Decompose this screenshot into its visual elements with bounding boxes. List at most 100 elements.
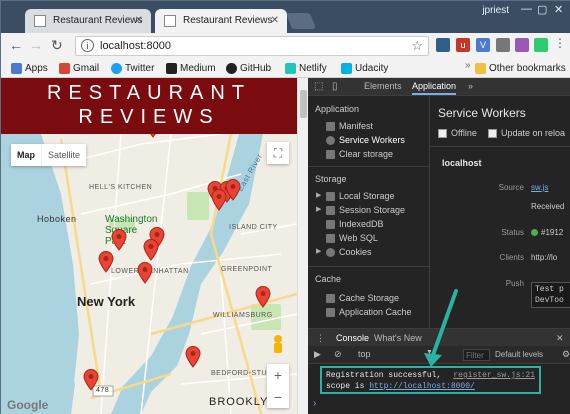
bookmark-udacity[interactable]: Udacity [341, 61, 388, 76]
tab-console[interactable]: Console [336, 333, 369, 343]
back-icon[interactable]: ← [9, 37, 23, 53]
address-bar[interactable]: i localhost:8000 ☆ [75, 36, 429, 56]
sidebar-item-label: IndexedDB [339, 219, 384, 229]
bookmark-apps[interactable]: Apps [11, 61, 48, 76]
kebab-menu-icon[interactable]: ⋮ [316, 333, 325, 344]
grid-icon [326, 308, 335, 317]
site-info-icon[interactable]: i [81, 39, 94, 52]
sidebar-item-web-sql[interactable]: Web SQL [326, 233, 378, 243]
sidebar-item-session-storage[interactable]: ▶ Session Storage [316, 205, 405, 215]
expand-arrow-icon[interactable]: ▶ [316, 191, 321, 199]
sidebar-item-cookies[interactable]: ▶ Cookies [316, 247, 372, 257]
extension-icon[interactable] [534, 38, 548, 52]
sidebar-item-indexeddb[interactable]: IndexedDB [326, 219, 384, 229]
restaurant-marker-icon[interactable] [83, 369, 99, 391]
map-type-toggle[interactable]: Map Satellite [11, 144, 87, 166]
bookmark-netlify[interactable]: Netlify [285, 61, 327, 76]
sidebar-item-label: Manifest [339, 121, 374, 131]
tab-application[interactable]: Application [412, 81, 457, 95]
chevron-more-icon[interactable]: » [465, 60, 471, 71]
settings-gear-icon[interactable]: ⚙ [562, 349, 570, 360]
menu-kebab-icon[interactable]: ⋮ [554, 36, 566, 50]
context-selector[interactable]: top [358, 349, 371, 359]
forward-icon[interactable]: → [29, 37, 43, 53]
extension-icon[interactable] [436, 38, 450, 52]
bookmark-twitter[interactable]: Twitter [111, 61, 154, 76]
ublock-icon[interactable]: u [456, 38, 470, 52]
tab-elements[interactable]: Elements [364, 81, 402, 91]
restaurant-marker-icon[interactable] [185, 346, 201, 368]
push-textarea[interactable]: Test p DevToo [531, 282, 570, 308]
tab-whats-new[interactable]: What's New [374, 333, 422, 343]
bookmark-other[interactable]: Other bookmarks [475, 61, 566, 76]
source-link[interactable]: sw.js [531, 183, 548, 192]
bookmark-medium[interactable]: Medium [166, 61, 216, 76]
close-drawer-icon[interactable]: ✕ [556, 333, 564, 344]
tab-strip: Restaurant Reviews ✕ Restaurant Reviews … [1, 1, 570, 33]
log-levels-dropdown[interactable]: Default levels [495, 350, 543, 359]
map-type-satellite[interactable]: Satellite [41, 144, 86, 166]
scrollbar-thumb[interactable] [300, 90, 307, 118]
console-scope-link[interactable]: http://localhost:8000/ [369, 382, 475, 391]
database-icon [326, 150, 335, 159]
sidebar-item-service-workers[interactable]: Service Workers [326, 135, 405, 145]
close-tab-icon[interactable]: ✕ [135, 9, 143, 33]
reload-icon[interactable]: ↻ [51, 37, 63, 54]
restaurant-marker-icon[interactable] [111, 229, 127, 251]
browser-tab[interactable]: Restaurant Reviews ✕ [25, 9, 151, 33]
bookmark-star-icon[interactable]: ☆ [411, 38, 423, 54]
restaurant-marker-icon[interactable] [143, 239, 159, 261]
inspect-icon[interactable]: ⬚ [314, 81, 323, 92]
bookmark-label: Other bookmarks [489, 63, 566, 74]
new-tab-button[interactable] [286, 13, 316, 29]
offline-checkbox[interactable]: Offline [438, 128, 477, 138]
map-type-map[interactable]: Map [11, 144, 41, 166]
restaurant-map[interactable]: HELL'S KITCHEN Washington Square Park Ho… [1, 134, 297, 414]
update-on-reload-checkbox[interactable]: Update on reloa [488, 128, 565, 138]
console-prompt-icon[interactable]: › [313, 398, 316, 409]
bookmark-label: Apps [25, 63, 48, 74]
extension-icon[interactable] [515, 38, 529, 52]
more-tabs-icon[interactable]: » [468, 81, 473, 91]
device-toolbar-icon[interactable]: ▯ [332, 81, 338, 92]
console-filter-input[interactable] [463, 349, 490, 361]
zoom-in-button[interactable]: + [267, 364, 289, 386]
sidebar-item-label: Web SQL [339, 233, 378, 243]
console-source-link[interactable]: register_sw.js:21 [453, 370, 535, 381]
restaurant-marker-icon[interactable] [255, 286, 271, 308]
close-window-icon[interactable]: ✕ [554, 3, 563, 16]
sidebar-header-application: Application [315, 104, 360, 114]
restaurant-marker-icon[interactable] [225, 179, 241, 201]
sidebar-item-manifest[interactable]: Manifest [326, 121, 373, 131]
sidebar-item-local-storage[interactable]: ▶ Local Storage [316, 191, 395, 201]
checkbox-box[interactable] [438, 129, 447, 138]
bookmark-gmail[interactable]: Gmail [59, 61, 99, 76]
restaurant-marker-icon[interactable] [137, 262, 153, 284]
status-value: #1912 [531, 228, 563, 237]
user-profile[interactable]: jpriest [482, 5, 509, 16]
close-tab-icon[interactable]: ✕ [271, 9, 279, 33]
vue-devtools-icon[interactable]: V [476, 38, 490, 52]
extension-icon[interactable] [496, 38, 510, 52]
restaurant-marker-icon[interactable] [211, 189, 227, 211]
zoom-out-button[interactable]: − [267, 386, 289, 408]
maximize-icon[interactable]: ▢ [537, 3, 547, 16]
clear-console-icon[interactable]: ⊘ [334, 349, 342, 360]
clients-value: http://lo [531, 253, 558, 262]
minimize-icon[interactable]: — [521, 3, 532, 15]
dropdown-arrow-icon[interactable]: ▼ [426, 349, 433, 356]
sidebar-item-application-cache[interactable]: Application Cache [326, 307, 412, 317]
expand-arrow-icon[interactable]: ▶ [316, 205, 321, 213]
fullscreen-icon[interactable]: ⛶ [267, 142, 289, 164]
page-scrollbar[interactable] [297, 78, 308, 414]
sidebar-item-clear-storage[interactable]: Clear storage [326, 149, 393, 159]
bookmark-github[interactable]: GitHub [226, 61, 271, 76]
checkbox-box[interactable] [488, 129, 497, 138]
sidebar-item-cache-storage[interactable]: Cache Storage [326, 293, 399, 303]
restaurant-marker-icon[interactable] [145, 134, 161, 138]
expand-arrow-icon[interactable]: ▶ [316, 247, 321, 255]
devtools-tabbar: ⬚ ▯ Elements Application » [308, 78, 570, 96]
sidebar-toggle-icon[interactable]: ▶ [314, 349, 321, 360]
restaurant-marker-icon[interactable] [98, 251, 114, 273]
browser-tab-active[interactable]: Restaurant Reviews ✕ [155, 9, 287, 33]
